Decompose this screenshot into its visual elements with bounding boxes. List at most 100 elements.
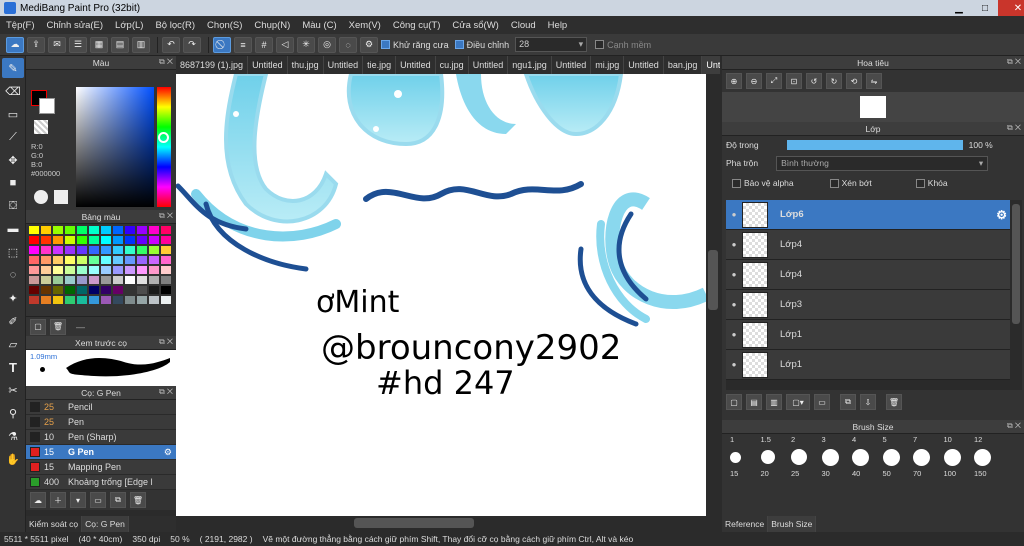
- vanishing-point-icon[interactable]: ◁: [276, 36, 294, 53]
- visibility-eye-icon[interactable]: ●: [726, 210, 742, 219]
- grid-icon[interactable]: ▦: [90, 36, 108, 53]
- settings-gear-icon[interactable]: ⚙: [360, 36, 378, 53]
- lasso-tool-icon[interactable]: ◌: [2, 265, 24, 285]
- transparent-color-swatch[interactable]: [34, 120, 48, 134]
- palette-swatch[interactable]: [77, 286, 87, 294]
- palette-swatch[interactable]: [77, 266, 87, 274]
- menu-list-icon[interactable]: ☰: [69, 36, 87, 53]
- eyedropper-tool-icon[interactable]: ⚲: [2, 403, 24, 423]
- palette-icon[interactable]: [34, 190, 48, 204]
- palette-swatch[interactable]: [41, 296, 51, 304]
- palette-swatch[interactable]: [137, 276, 147, 284]
- palette-swatch[interactable]: [77, 236, 87, 244]
- palette-swatch[interactable]: [77, 246, 87, 254]
- palette-swatch[interactable]: [137, 296, 147, 304]
- brush-size-option[interactable]: [791, 446, 822, 468]
- doc-tab[interactable]: Untitled: [396, 56, 436, 74]
- dot-pen-tool-icon[interactable]: ⟋: [2, 127, 24, 147]
- brush-item[interactable]: 25 Pen: [26, 415, 176, 430]
- palette-swatch[interactable]: [29, 226, 39, 234]
- palette-swatch[interactable]: [53, 276, 63, 284]
- layer-row[interactable]: ● Lớp3: [726, 290, 1010, 320]
- panel-popout-icon[interactable]: ⧉ ✕: [159, 337, 173, 347]
- palette-swatch[interactable]: [137, 266, 147, 274]
- divide-tool-icon[interactable]: ✂: [2, 380, 24, 400]
- brush-size-option[interactable]: [821, 446, 853, 468]
- duplicate-layer-icon[interactable]: ⧉: [840, 394, 856, 410]
- menu-select[interactable]: Chọn(S): [207, 20, 242, 31]
- adjust-checkbox[interactable]: [454, 40, 464, 49]
- select-eraser-tool-icon[interactable]: ▱: [2, 334, 24, 354]
- doc-tab-active[interactable]: Untitled: [702, 56, 720, 74]
- minimize-icon[interactable]: ▁: [946, 0, 972, 16]
- brush-tool-icon[interactable]: ✎: [2, 58, 24, 78]
- palette-swatch[interactable]: [53, 256, 63, 264]
- palette-swatch[interactable]: [29, 266, 39, 274]
- visibility-eye-icon[interactable]: ●: [726, 270, 742, 279]
- doc-tab[interactable]: tie.jpg: [363, 56, 397, 74]
- palette-swatch[interactable]: [161, 266, 171, 274]
- palette-swatch[interactable]: [149, 226, 159, 234]
- palette-swatch[interactable]: [113, 296, 123, 304]
- palette-swatch[interactable]: [125, 266, 135, 274]
- blend-select[interactable]: Bình thường: [776, 155, 989, 171]
- brush-item[interactable]: 15 Mapping Pen: [26, 460, 176, 475]
- palette-swatch[interactable]: [89, 276, 99, 284]
- palette-swatch[interactable]: [149, 246, 159, 254]
- panel-popout-icon[interactable]: ⧉ ✕: [1007, 123, 1021, 133]
- add-brush-icon[interactable]: ＋: [50, 492, 66, 508]
- palette-swatch[interactable]: [113, 246, 123, 254]
- tab-brush-size[interactable]: Brush Size: [768, 516, 817, 532]
- tab-reference[interactable]: Reference: [722, 516, 769, 532]
- palette-swatch[interactable]: [161, 246, 171, 254]
- palette-swatch[interactable]: [41, 226, 51, 234]
- palette-swatch[interactable]: [41, 276, 51, 284]
- menu-snap[interactable]: Chụp(N): [254, 20, 290, 31]
- palette-swatch[interactable]: [41, 236, 51, 244]
- palette-swatch[interactable]: [149, 266, 159, 274]
- palette-swatch[interactable]: [89, 296, 99, 304]
- palette-swatch[interactable]: [89, 266, 99, 274]
- new-layer-icon[interactable]: ▢: [726, 394, 742, 410]
- brush-size-option[interactable]: [974, 446, 1005, 468]
- menu-color[interactable]: Màu (C): [302, 20, 336, 31]
- palette-swatch[interactable]: [137, 246, 147, 254]
- visibility-eye-icon[interactable]: ●: [726, 300, 742, 309]
- palette-swatch[interactable]: [161, 236, 171, 244]
- palette-swatch[interactable]: [29, 276, 39, 284]
- gradient-tool-icon[interactable]: ▬: [2, 219, 24, 239]
- palette-swatch[interactable]: [149, 286, 159, 294]
- scrollbar-thumb[interactable]: [354, 518, 474, 528]
- doc-tab[interactable]: thu.jpg: [288, 56, 324, 74]
- brush-size-option[interactable]: [943, 446, 975, 468]
- brush-folder-icon[interactable]: ▭: [90, 492, 106, 508]
- brush-size-option[interactable]: [760, 446, 792, 468]
- palette-swatch[interactable]: [53, 226, 63, 234]
- palette-swatch[interactable]: [149, 296, 159, 304]
- menu-layer[interactable]: Lớp(L): [115, 20, 143, 31]
- palette-swatch[interactable]: [77, 226, 87, 234]
- share-icon[interactable]: ⇪: [27, 36, 45, 53]
- palette-swatch[interactable]: [29, 296, 39, 304]
- palette-swatch[interactable]: [137, 236, 147, 244]
- palette-swatch[interactable]: [89, 236, 99, 244]
- delete-palette-icon[interactable]: 🗑: [50, 318, 66, 335]
- palette-swatch[interactable]: [65, 286, 75, 294]
- palette-swatch[interactable]: [125, 236, 135, 244]
- brush-size-option[interactable]: [852, 446, 883, 468]
- layer-folder-icon[interactable]: ▭: [814, 394, 830, 410]
- new-palette-icon[interactable]: ▢: [30, 318, 46, 335]
- panel-popout-icon[interactable]: ⧉ ✕: [159, 387, 173, 397]
- palette-swatch[interactable]: [101, 266, 111, 274]
- crisscross-snap-icon[interactable]: #: [255, 36, 273, 53]
- palette-swatch[interactable]: [101, 286, 111, 294]
- select-pen-tool-icon[interactable]: ✐: [2, 311, 24, 331]
- no-snap-icon[interactable]: ⃠: [213, 36, 231, 53]
- palette-swatch[interactable]: [113, 256, 123, 264]
- magic-wand-tool-icon[interactable]: ✦: [2, 288, 24, 308]
- palette-swatch[interactable]: [89, 256, 99, 264]
- palette-swatch[interactable]: [125, 246, 135, 254]
- palette-swatch[interactable]: [53, 266, 63, 274]
- palette-swatch[interactable]: [161, 296, 171, 304]
- panel-popout-icon[interactable]: ⧉ ✕: [159, 57, 173, 67]
